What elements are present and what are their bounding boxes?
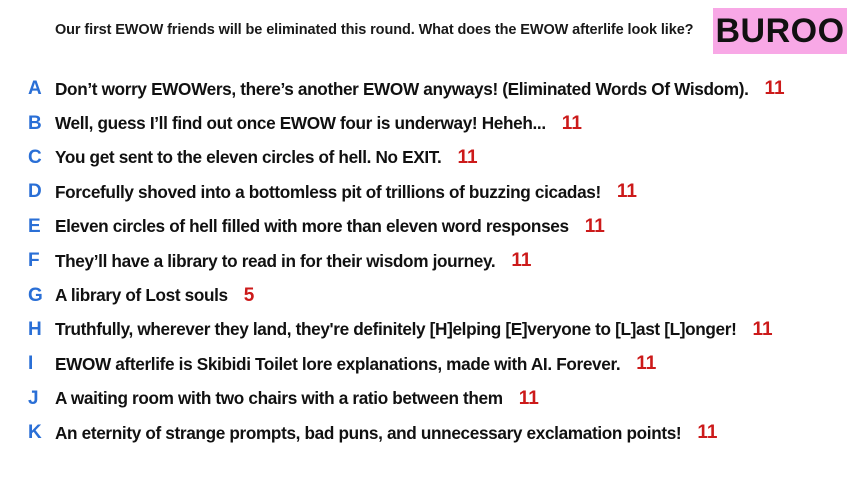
response-row-d: D Forcefully shoved into a bottomless pi… [0, 175, 853, 209]
response-word-count: 11 [752, 318, 773, 340]
response-letter: C [28, 146, 42, 168]
response-text: A library of Lost souls [55, 285, 228, 306]
response-row-f: F They’ll have a library to read in for … [0, 244, 853, 278]
response-word-count: 11 [636, 353, 657, 375]
response-word-count: 11 [518, 387, 539, 409]
response-letter: A [28, 78, 42, 100]
response-row-h: H Truthfully, wherever they land, they'r… [0, 313, 853, 347]
response-letter: E [28, 215, 41, 237]
response-text: Eleven circles of hell filled with more … [55, 216, 569, 237]
response-word-count: 11 [561, 112, 582, 134]
response-letter: D [28, 181, 42, 203]
response-text: A waiting room with two chairs with a ra… [55, 388, 503, 409]
response-letter: B [28, 112, 42, 134]
response-word-count: 11 [511, 250, 532, 272]
response-row-e: E Eleven circles of hell filled with mor… [0, 210, 853, 244]
response-row-k: K An eternity of strange prompts, bad pu… [0, 416, 853, 450]
response-word-count: 11 [697, 422, 718, 444]
response-word-count: 11 [616, 181, 637, 203]
response-text: They’ll have a library to read in for th… [55, 250, 496, 271]
response-row-i: I EWOW afterlife is Skibidi Toilet lore … [0, 347, 853, 381]
response-word-count: 11 [764, 78, 785, 100]
response-text: Truthfully, wherever they land, they're … [55, 319, 737, 340]
prompt-text: Our first EWOW friends will be eliminate… [55, 22, 694, 38]
response-letter: F [28, 250, 40, 272]
response-row-g: G A library of Lost souls 5 [0, 278, 853, 312]
response-letter: I [28, 353, 34, 375]
response-text: Don’t worry EWOWers, there’s another EWO… [55, 78, 749, 99]
response-text: You get sent to the eleven circles of he… [55, 147, 442, 168]
contestant-name-badge: BUROO [713, 8, 847, 54]
response-list: A Don’t worry EWOWers, there’s another E… [0, 72, 853, 450]
response-row-a: A Don’t worry EWOWers, there’s another E… [0, 72, 853, 106]
response-text: An eternity of strange prompts, bad puns… [55, 422, 682, 443]
response-word-count: 5 [243, 284, 255, 306]
response-row-b: B Well, guess I’ll find out once EWOW fo… [0, 106, 853, 140]
response-word-count: 11 [457, 146, 478, 168]
response-letter: J [28, 387, 39, 409]
response-word-count: 11 [584, 215, 605, 237]
response-text: Well, guess I’ll find out once EWOW four… [55, 113, 546, 134]
response-letter: G [28, 284, 43, 306]
response-text: Forcefully shoved into a bottomless pit … [55, 181, 601, 202]
response-text: EWOW afterlife is Skibidi Toilet lore ex… [55, 353, 621, 374]
response-letter: K [28, 422, 42, 444]
response-row-c: C You get sent to the eleven circles of … [0, 141, 853, 175]
response-row-j: J A waiting room with two chairs with a … [0, 382, 853, 416]
response-letter: H [28, 318, 42, 340]
